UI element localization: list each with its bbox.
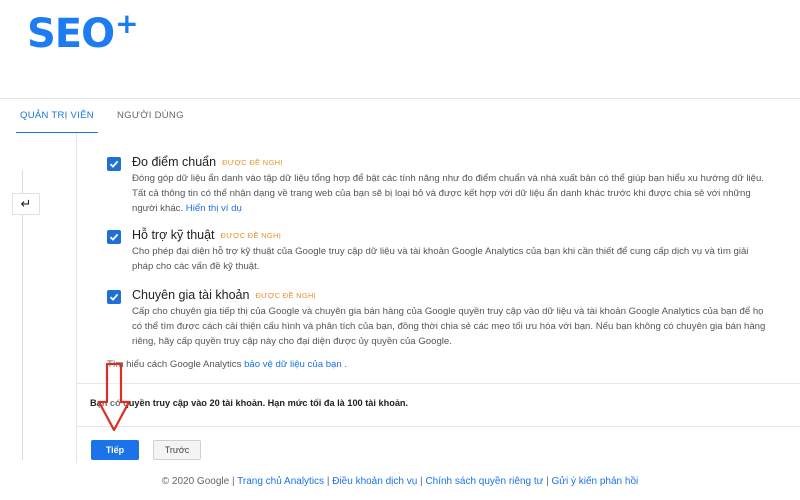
data-sharing-card: Đo điểm chuẩn ĐƯỢC ĐỀ NGHỊ Đóng góp dữ li… xyxy=(76,133,800,463)
back-arrow-icon[interactable]: ↵ xyxy=(12,193,40,215)
divider xyxy=(77,426,800,427)
left-rail xyxy=(0,133,76,463)
footer-link-terms[interactable]: Điều khoản dịch vụ xyxy=(332,476,417,487)
option-title: Chuyên gia tài khoản xyxy=(132,288,250,302)
option-title: Hỗ trợ kỹ thuật xyxy=(132,228,215,242)
copyright: © 2020 Google xyxy=(161,476,230,487)
option-technical-support: Hỗ trợ kỹ thuật ĐƯỢC ĐỀ NGHỊ Cho phép đại… xyxy=(107,228,767,274)
next-button[interactable]: Tiếp xyxy=(91,440,139,460)
seo-logo: SEO+ xyxy=(27,7,139,57)
account-limit-notice: Bạn có quyền truy cập vào 20 tài khoản. … xyxy=(90,398,409,408)
option-description: Cấp cho chuyên gia tiếp thị của Google v… xyxy=(132,306,766,347)
footer-link-analytics-home[interactable]: Trang chủ Analytics xyxy=(237,476,324,487)
footer: © 2020 Google | Trang chủ Analytics | Đi… xyxy=(0,463,800,500)
check-icon xyxy=(109,233,119,241)
check-icon xyxy=(109,293,119,301)
divider xyxy=(77,383,800,384)
checkbox-technical-support[interactable] xyxy=(107,230,121,244)
recommended-badge: ĐƯỢC ĐỀ NGHỊ xyxy=(222,158,283,167)
checkbox-benchmarking[interactable] xyxy=(107,157,121,171)
footer-link-feedback[interactable]: Gửi ý kiến phản hồi xyxy=(551,476,638,487)
header: SEO+ xyxy=(0,0,800,98)
protect-data-link[interactable]: bảo vệ dữ liệu của bạn xyxy=(244,359,342,370)
option-account-specialist: Chuyên gia tài khoản ĐƯỢC ĐỀ NGHỊ Cấp cho… xyxy=(107,288,767,349)
option-title: Đo điểm chuẩn xyxy=(132,155,217,169)
recommended-badge: ĐƯỢC ĐỀ NGHỊ xyxy=(220,231,282,240)
option-description: Cho phép đại diện hỗ trợ kỹ thuật của Go… xyxy=(132,246,749,272)
recommended-badge: ĐƯỢC ĐỀ NGHỊ xyxy=(255,291,317,300)
footer-link-privacy[interactable]: Chính sách quyền riêng tư xyxy=(425,476,543,487)
checkbox-account-specialist[interactable] xyxy=(107,290,121,304)
show-example-link[interactable]: Hiển thị ví dụ xyxy=(186,203,242,214)
tab-admin[interactable]: QUẢN TRỊ VIÊN xyxy=(16,99,98,134)
check-icon xyxy=(109,160,119,168)
red-down-arrow-icon xyxy=(97,362,131,432)
option-benchmarking: Đo điểm chuẩn ĐƯỢC ĐỀ NGHỊ Đóng góp dữ li… xyxy=(107,155,767,216)
tab-users[interactable]: NGƯỜI DÙNG xyxy=(113,99,188,133)
previous-button[interactable]: Trước xyxy=(153,440,201,460)
learn-more-text: Tìm hiểu cách Google Analytics bảo vệ dữ… xyxy=(107,359,348,370)
tabs-bar: QUẢN TRỊ VIÊN NGƯỜI DÙNG xyxy=(0,98,800,134)
